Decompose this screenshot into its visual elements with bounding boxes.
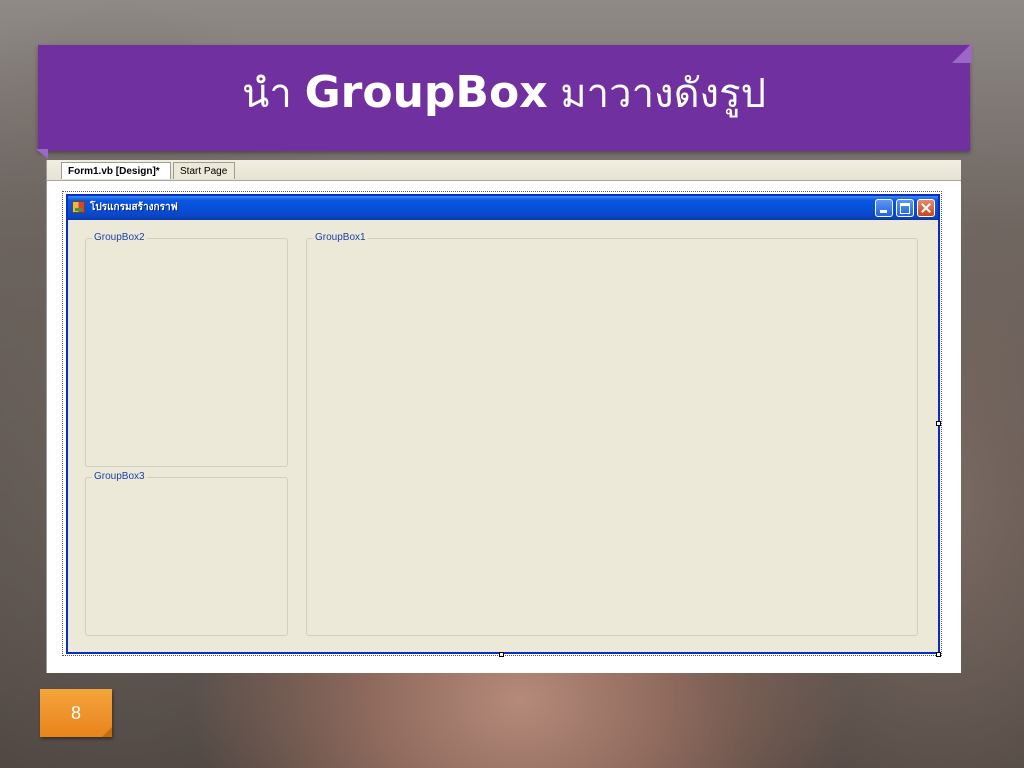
slide-title: นำ GroupBox มาวางดังรูป xyxy=(38,65,970,122)
tab-form1-design[interactable]: Form1.vb [Design]* xyxy=(61,162,171,179)
tab-start-page[interactable]: Start Page xyxy=(173,162,235,179)
groupbox-2-label: GroupBox2 xyxy=(92,232,147,244)
slide-title-suffix: มาวางดังรูป xyxy=(547,71,766,117)
groupbox-3[interactable]: GroupBox3 xyxy=(85,471,288,636)
form-window[interactable]: โปรแกรมสร้างกราฟ GroupBox2 GroupBox1 Gro… xyxy=(66,194,940,654)
resize-handle-bottom-right[interactable] xyxy=(936,652,941,657)
document-tabstrip: Form1.vb [Design]* Start Page xyxy=(47,160,961,181)
ide-designer-panel: Form1.vb [Design]* Start Page โปรแกรมสร้… xyxy=(46,160,961,673)
title-banner: นำ GroupBox มาวางดังรูป xyxy=(36,43,972,159)
slide-number-badge: 8 xyxy=(40,689,112,737)
groupbox-3-label: GroupBox3 xyxy=(92,471,147,483)
slide-title-keyword: GroupBox xyxy=(304,67,548,118)
resize-handle-right[interactable] xyxy=(936,421,941,426)
form-titlebar[interactable]: โปรแกรมสร้างกราฟ xyxy=(68,196,938,220)
slide-title-prefix: นำ xyxy=(242,71,305,117)
form-icon xyxy=(72,201,85,213)
design-surface: โปรแกรมสร้างกราฟ GroupBox2 GroupBox1 Gro… xyxy=(47,181,961,673)
groupbox-1[interactable]: GroupBox1 xyxy=(306,232,918,636)
form-title: โปรแกรมสร้างกราฟ xyxy=(90,202,178,213)
close-icon[interactable] xyxy=(917,199,935,217)
groupbox-1-label: GroupBox1 xyxy=(313,232,368,244)
maximize-icon[interactable] xyxy=(896,199,914,217)
groupbox-2[interactable]: GroupBox2 xyxy=(85,232,288,467)
minimize-icon[interactable] xyxy=(875,199,893,217)
resize-handle-bottom[interactable] xyxy=(499,652,504,657)
